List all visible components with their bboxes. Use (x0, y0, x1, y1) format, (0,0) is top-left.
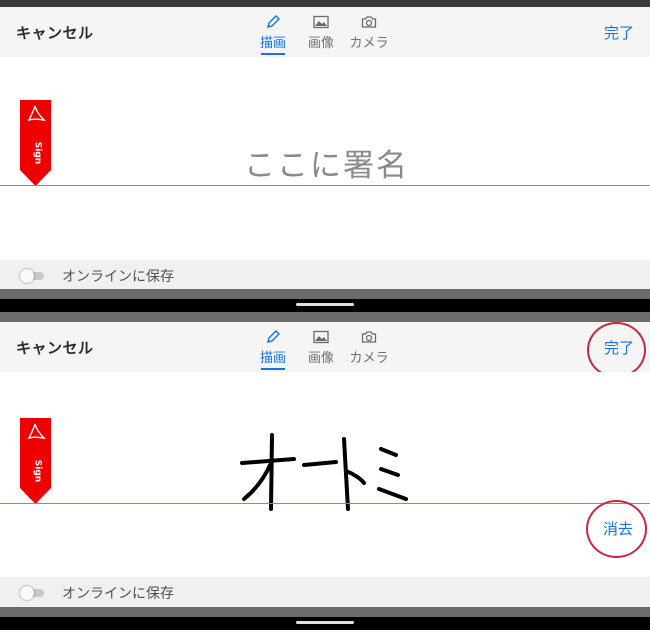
save-online-toggle[interactable] (20, 269, 44, 283)
handwritten-signature-ink (240, 433, 408, 511)
save-online-label: オンラインに保存 (62, 586, 174, 602)
signature-baseline (0, 185, 650, 186)
camera-icon (361, 331, 377, 343)
tab-image[interactable]: 画像 (296, 325, 346, 372)
toggle-knob (20, 586, 34, 600)
signature-canvas[interactable]: Sign ここに署名 (0, 57, 650, 260)
signature-mode-tabs: 描画 画像 カメラ (248, 325, 408, 372)
save-online-row: オンラインに保存 (0, 260, 650, 290)
tab-image-label: 画像 (307, 351, 334, 366)
signature-baseline (0, 503, 650, 504)
cancel-button[interactable]: キャンセル (16, 22, 94, 43)
badge-sign-text: Sign (33, 460, 43, 482)
active-tab-indicator (261, 53, 285, 55)
signature-header: キャンセル 描画 画像 カメラ 完了 (0, 7, 650, 57)
panel-divider (0, 289, 650, 299)
tab-draw-label: 描画 (259, 351, 286, 366)
tab-draw-label: 描画 (259, 36, 286, 51)
adobe-sign-badge: Sign (20, 100, 51, 186)
signature-header: キャンセル 描画 画像 カメラ 完了 (0, 322, 650, 372)
badge-sign-text: Sign (33, 142, 43, 164)
save-online-row: オンラインに保存 (0, 577, 650, 607)
save-online-label: オンラインに保存 (62, 269, 174, 285)
active-tab-indicator (261, 368, 285, 370)
home-indicator[interactable] (296, 621, 354, 624)
tab-camera[interactable]: カメラ (344, 10, 394, 57)
pen-icon (267, 15, 280, 28)
tab-camera-label: カメラ (349, 351, 389, 366)
clear-highlight-circle (586, 500, 647, 558)
tab-draw[interactable]: 描画 (248, 325, 298, 372)
done-highlight-circle (587, 322, 646, 378)
signature-panel-drawn: キャンセル 描画 画像 カメラ 完了 Sign 消去 オンラインに保存 (0, 322, 650, 607)
cancel-button[interactable]: キャンセル (16, 337, 94, 358)
home-indicator[interactable] (296, 303, 354, 306)
status-bar-top (0, 0, 650, 7)
image-icon (313, 330, 329, 344)
panel-divider (0, 312, 650, 322)
tab-camera-label: カメラ (349, 36, 389, 51)
save-online-toggle[interactable] (20, 586, 44, 600)
toggle-knob (20, 269, 34, 283)
tab-draw[interactable]: 描画 (248, 10, 298, 57)
tab-image[interactable]: 画像 (296, 10, 346, 57)
signature-mode-tabs: 描画 画像 カメラ (248, 10, 408, 57)
image-icon (313, 15, 329, 29)
panel-divider (0, 607, 650, 617)
pen-icon (267, 330, 280, 343)
signature-panel-empty: キャンセル 描画 画像 カメラ 完了 Sign ここに署名 オンラインに保存 (0, 7, 650, 290)
signature-placeholder: ここに署名 (244, 148, 409, 184)
signature-canvas[interactable]: Sign 消去 (0, 372, 650, 575)
tab-camera[interactable]: カメラ (344, 325, 394, 372)
adobe-sign-badge: Sign (20, 418, 51, 504)
done-button[interactable]: 完了 (604, 22, 634, 43)
camera-icon (361, 16, 377, 28)
tab-image-label: 画像 (307, 36, 334, 51)
